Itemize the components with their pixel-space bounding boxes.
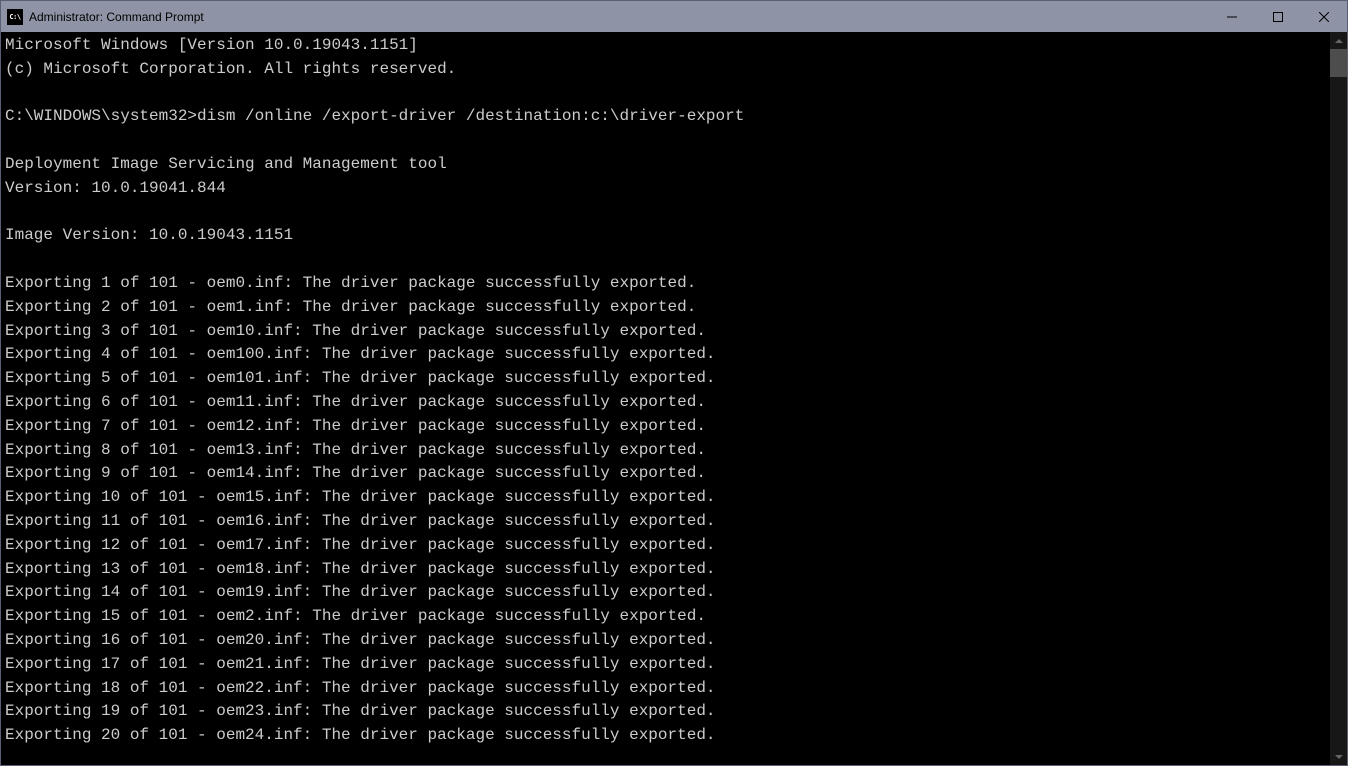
chevron-up-icon: [1335, 39, 1343, 43]
minimize-button[interactable]: [1209, 1, 1255, 32]
prompt-text: C:\WINDOWS\system32>: [5, 107, 197, 125]
terminal-output[interactable]: Microsoft Windows [Version 10.0.19043.11…: [1, 32, 1330, 765]
close-button[interactable]: [1301, 1, 1347, 32]
export-line: Exporting 18 of 101 - oem22.inf: The dri…: [5, 679, 716, 697]
export-line: Exporting 20 of 101 - oem24.inf: The dri…: [5, 726, 716, 744]
scrollbar-thumb[interactable]: [1330, 49, 1347, 77]
export-line: Exporting 8 of 101 - oem13.inf: The driv…: [5, 441, 706, 459]
export-line: Exporting 13 of 101 - oem18.inf: The dri…: [5, 560, 716, 578]
window-title: Administrator: Command Prompt: [29, 10, 1209, 24]
command-prompt-window: C:\ Administrator: Command Prompt Micros…: [0, 0, 1348, 766]
chevron-down-icon: [1335, 755, 1343, 759]
export-line: Exporting 1 of 101 - oem0.inf: The drive…: [5, 274, 696, 292]
export-line: Exporting 16 of 101 - oem20.inf: The dri…: [5, 631, 716, 649]
scrollbar-down-button[interactable]: [1330, 748, 1347, 765]
vertical-scrollbar[interactable]: [1330, 32, 1347, 765]
maximize-button[interactable]: [1255, 1, 1301, 32]
scrollbar-up-button[interactable]: [1330, 32, 1347, 49]
command-text: dism /online /export-driver /destination…: [197, 107, 744, 125]
export-line: Exporting 5 of 101 - oem101.inf: The dri…: [5, 369, 716, 387]
export-line: Exporting 9 of 101 - oem14.inf: The driv…: [5, 464, 706, 482]
export-line: Exporting 15 of 101 - oem2.inf: The driv…: [5, 607, 706, 625]
export-line: Exporting 19 of 101 - oem23.inf: The dri…: [5, 702, 716, 720]
tool-version-line: Version: 10.0.19041.844: [5, 179, 226, 197]
export-line: Exporting 11 of 101 - oem16.inf: The dri…: [5, 512, 716, 530]
os-version-line: Microsoft Windows [Version 10.0.19043.11…: [5, 36, 418, 54]
export-line: Exporting 12 of 101 - oem17.inf: The dri…: [5, 536, 716, 554]
titlebar[interactable]: C:\ Administrator: Command Prompt: [1, 1, 1347, 32]
export-line: Exporting 4 of 101 - oem100.inf: The dri…: [5, 345, 716, 363]
export-line: Exporting 14 of 101 - oem19.inf: The dri…: [5, 583, 716, 601]
export-line: Exporting 6 of 101 - oem11.inf: The driv…: [5, 393, 706, 411]
cmd-icon: C:\: [7, 9, 23, 25]
cmd-icon-text: C:\: [9, 13, 20, 21]
tool-name-line: Deployment Image Servicing and Managemen…: [5, 155, 447, 173]
export-line: Exporting 17 of 101 - oem21.inf: The dri…: [5, 655, 716, 673]
copyright-line: (c) Microsoft Corporation. All rights re…: [5, 60, 456, 78]
terminal-area: Microsoft Windows [Version 10.0.19043.11…: [1, 32, 1347, 765]
export-line: Exporting 7 of 101 - oem12.inf: The driv…: [5, 417, 706, 435]
image-version-line: Image Version: 10.0.19043.1151: [5, 226, 293, 244]
export-line: Exporting 2 of 101 - oem1.inf: The drive…: [5, 298, 696, 316]
window-controls: [1209, 1, 1347, 32]
export-line: Exporting 3 of 101 - oem10.inf: The driv…: [5, 322, 706, 340]
export-line: Exporting 10 of 101 - oem15.inf: The dri…: [5, 488, 716, 506]
